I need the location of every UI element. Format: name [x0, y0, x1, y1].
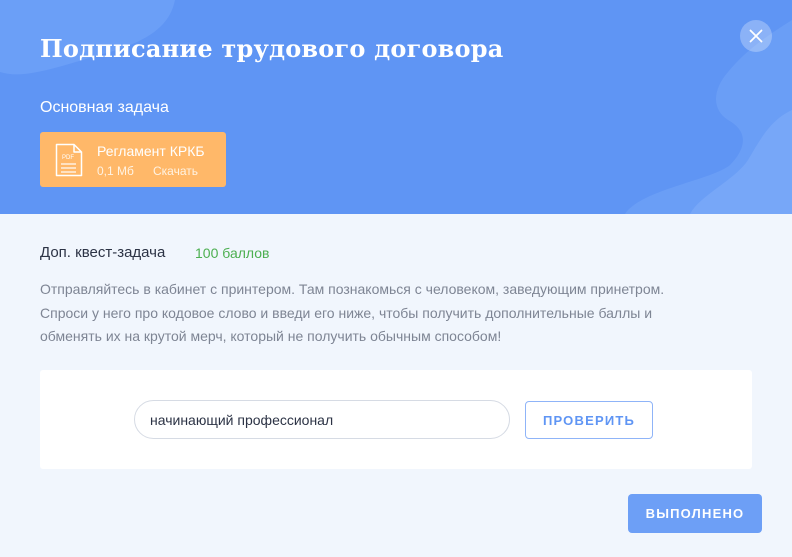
description-line: Отправляйтесь в кабинет с принтером. Там…	[40, 281, 665, 297]
quest-modal: Подписание трудового договора Основная з…	[0, 0, 792, 557]
svg-text:PDF: PDF	[62, 155, 74, 161]
main-task-label: Основная задача	[40, 99, 169, 116]
pdf-file-icon: PDF	[55, 143, 83, 177]
quest-label: Доп. квест-задача	[40, 244, 166, 261]
modal-header: Подписание трудового договора Основная з…	[0, 0, 792, 214]
file-attachment[interactable]: PDF Регламент КРКБ 0,1 Мб Скачать	[40, 132, 226, 187]
quest-description: Отправляйтесь в кабинет с принтером. Там…	[40, 278, 730, 349]
quest-points-badge: 100 баллов	[195, 245, 270, 261]
close-icon	[749, 29, 763, 43]
code-word-input[interactable]	[134, 400, 510, 439]
done-button[interactable]: ВЫПОЛНЕНО	[628, 494, 762, 533]
description-line: обменять их на крутой мерч, который не п…	[40, 328, 502, 344]
close-button[interactable]	[740, 20, 772, 52]
description-line: Спроси у него про кодовое слово и введи …	[40, 304, 653, 321]
file-name: Регламент КРКБ	[97, 143, 205, 159]
check-button[interactable]: ПРОВЕРИТЬ	[525, 401, 653, 439]
modal-title: Подписание трудового договора	[40, 34, 504, 63]
download-link[interactable]: Скачать	[153, 164, 198, 178]
file-size: 0,1 Мб	[97, 164, 134, 178]
code-check-panel: ПРОВЕРИТЬ	[40, 370, 752, 469]
